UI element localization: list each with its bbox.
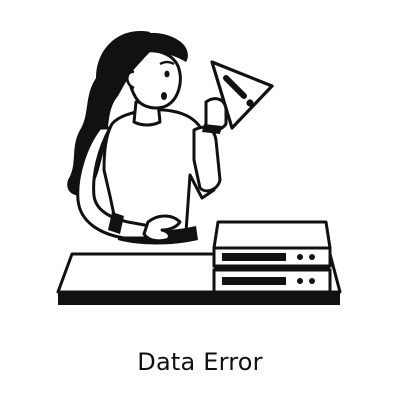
woman-figure: [67, 31, 228, 245]
caption-title: Data Error: [137, 348, 263, 376]
server-icon: [212, 220, 332, 294]
data-error-illustration-card: Data Error: [0, 0, 400, 400]
data-error-illustration: [56, 31, 342, 305]
